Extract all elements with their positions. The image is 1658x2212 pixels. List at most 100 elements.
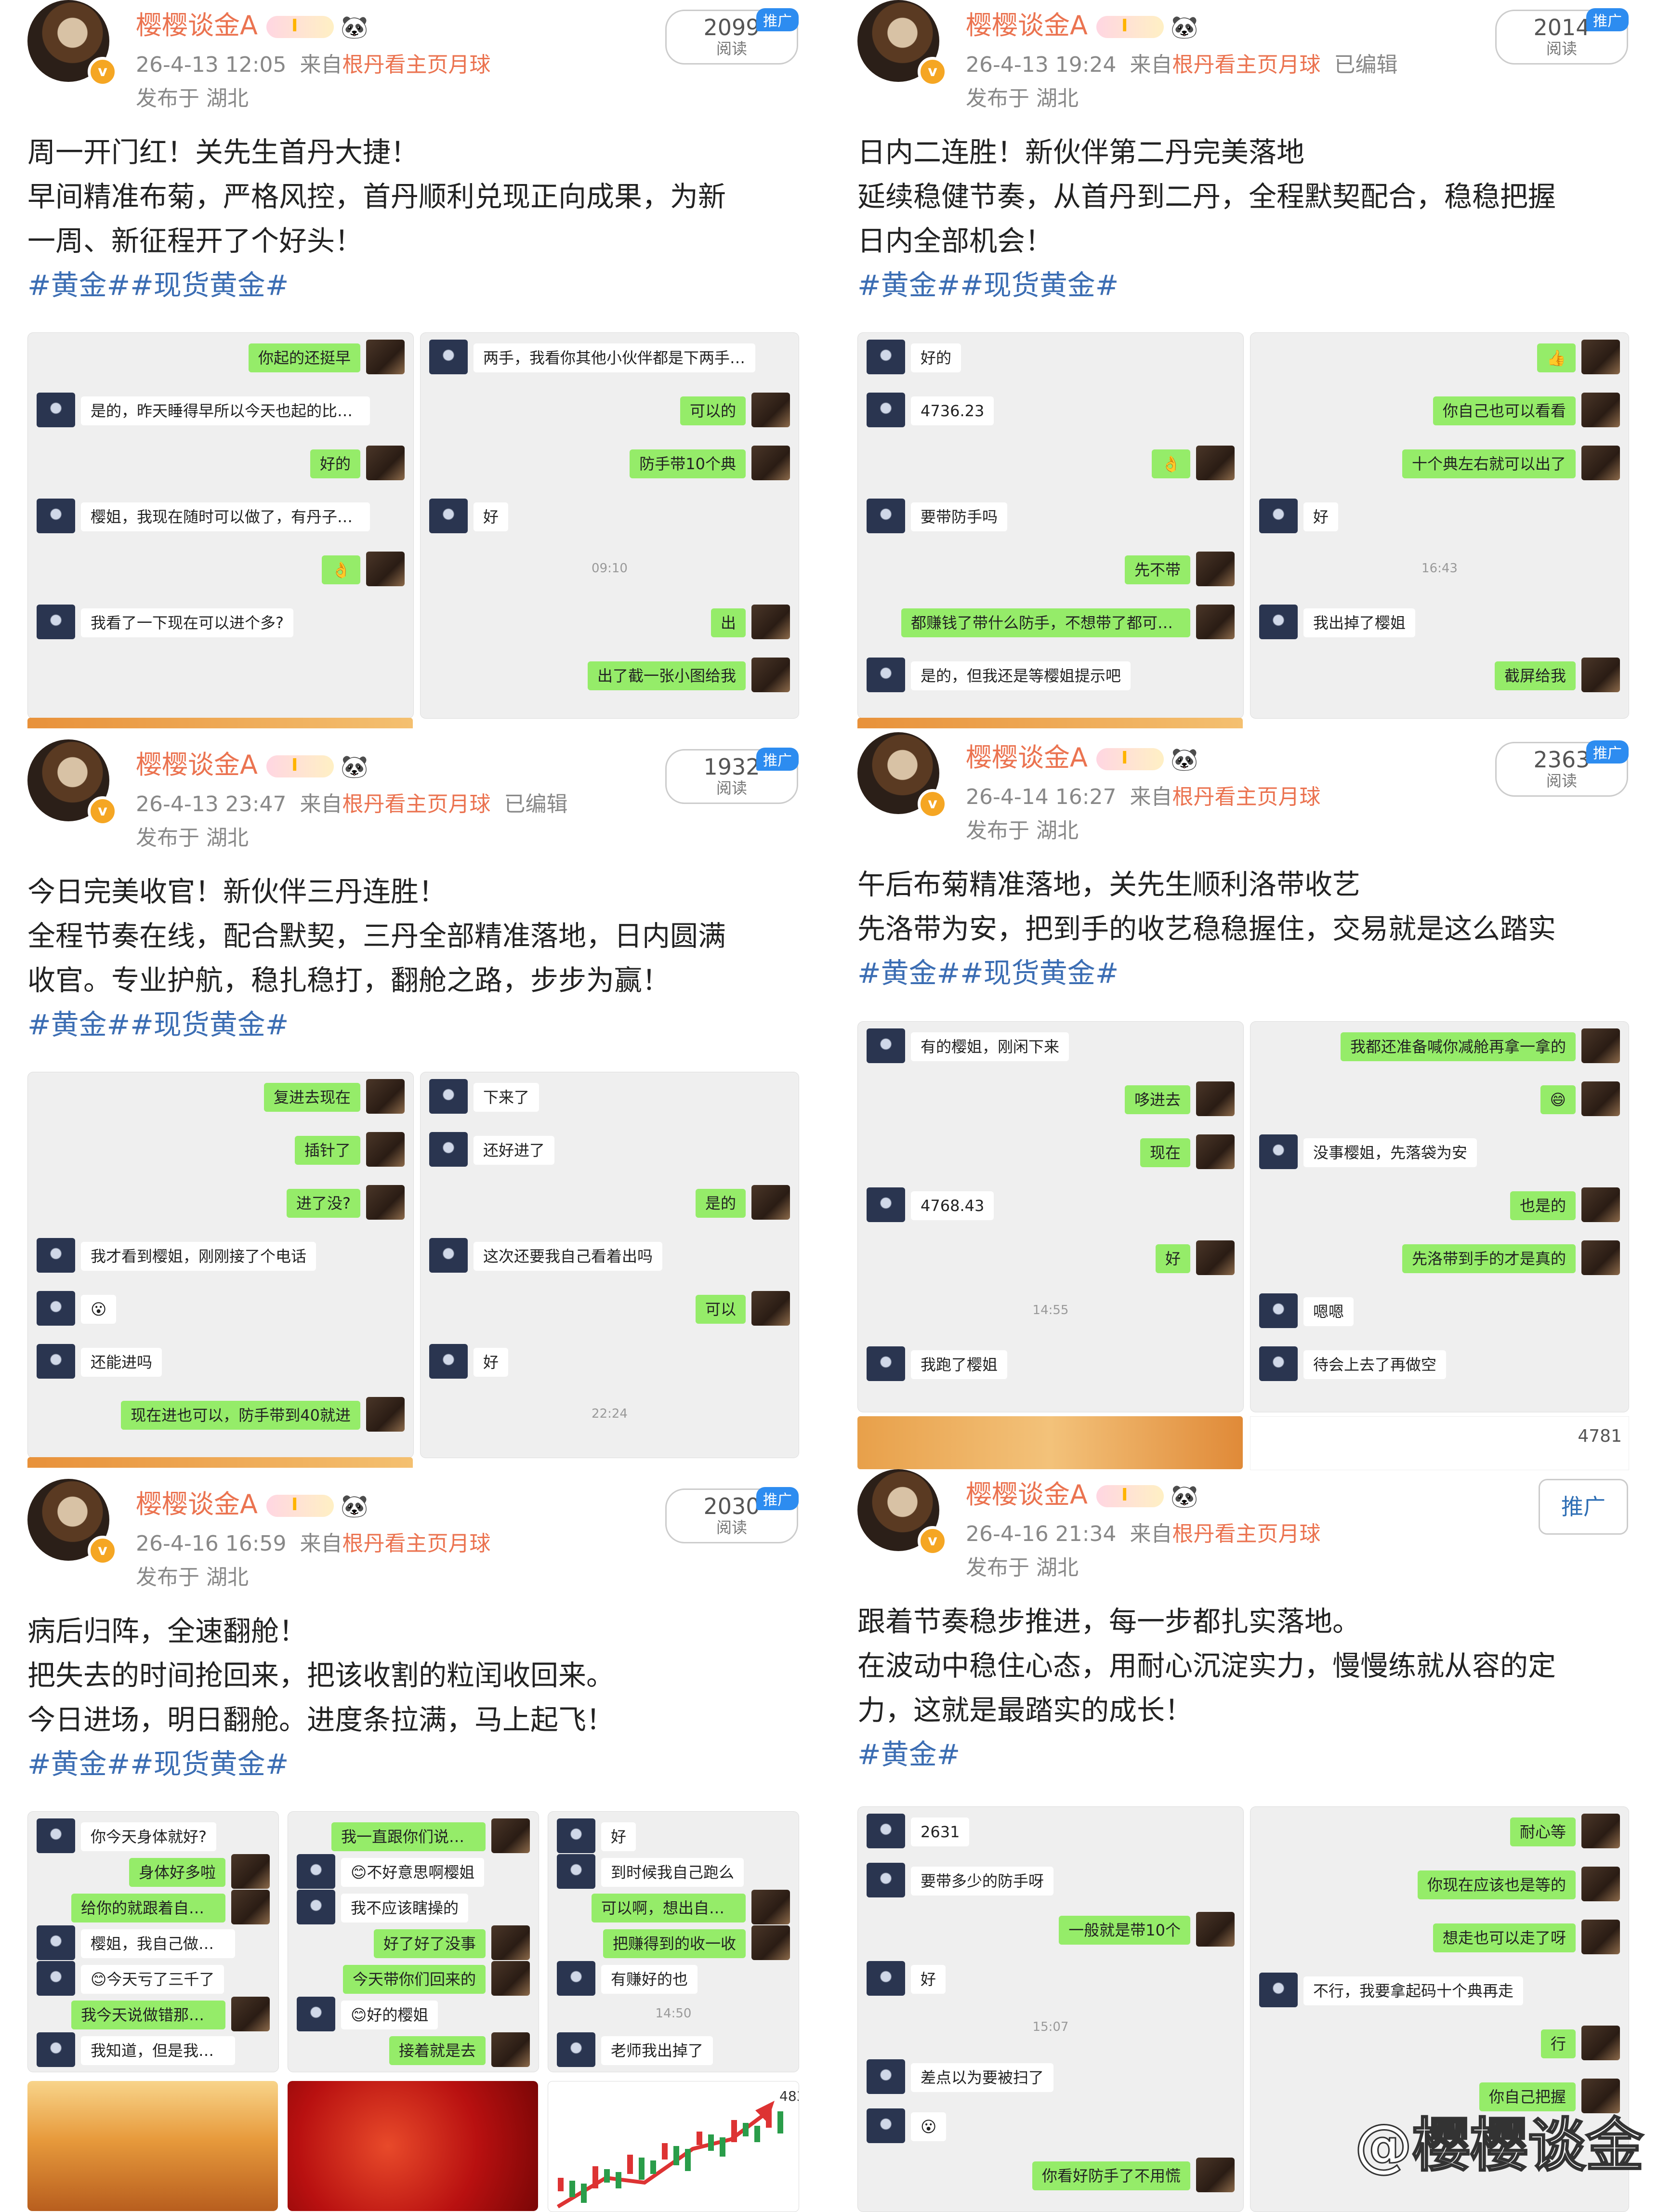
author-name[interactable]: 樱樱谈金A 🐼 <box>966 736 1198 774</box>
source-link[interactable]: 根丹看主页月球 <box>1172 785 1321 809</box>
chat-screenshot[interactable]: 👍 你自己也可以看看 十个典左右就可以出了好 16:43 我出掉了樱姐 截屏给我 <box>1250 332 1629 719</box>
candle <box>627 2155 633 2174</box>
self-avatar <box>1581 1920 1620 1954</box>
chat-message-row: 👌 <box>28 552 413 590</box>
chat-message-row: 想走也可以走了呀 <box>1250 1920 1629 1958</box>
contact-avatar <box>37 1238 75 1273</box>
contact-avatar <box>37 1291 75 1326</box>
chat-bubble: 可以啊，想出自己跑 <box>592 1894 746 1922</box>
author-name[interactable]: 樱樱谈金A 🐼 <box>136 4 368 42</box>
source-link[interactable]: 根丹看主页月球 <box>1172 1522 1321 1546</box>
member-badge-icon <box>266 1495 334 1517</box>
hashtag-link[interactable]: #黄金##现货黄金# <box>857 263 1628 307</box>
chat-message-row: 都赚钱了带什么防手，不想带了都可以出啦 <box>858 605 1243 643</box>
author-label[interactable]: 樱樱谈金A <box>966 1479 1088 1510</box>
panda-icon: 🐼 <box>340 1492 368 1519</box>
sunset-strip-photo[interactable] <box>857 1416 1243 1469</box>
self-avatar <box>1196 1240 1235 1275</box>
promo-badge[interactable]: 推广 <box>1586 8 1629 31</box>
weibo-watermark: @樱樱谈金 <box>1354 2112 1645 2180</box>
chat-bubble: 要带多少的防手呀 <box>911 1867 1054 1896</box>
self-avatar <box>1196 1912 1235 1947</box>
author-label[interactable]: 樱樱谈金A <box>966 10 1088 40</box>
chat-message-row: 2631 <box>858 1814 1243 1852</box>
contact-avatar <box>1259 605 1298 639</box>
chat-bubble: 你现在应该也是等的 <box>1417 1870 1576 1899</box>
chat-bubble: 都赚钱了带什么防手，不想带了都可以出啦 <box>901 608 1190 637</box>
hashtag-link[interactable]: #黄金# <box>857 1732 1628 1777</box>
candlestick-chart: 483 <box>556 2088 799 2209</box>
post-location: 发布于 湖北 <box>966 86 1079 111</box>
chat-screenshot[interactable]: 我都还准备喊你减舱再拿一拿的 😄 没事樱姐，先落袋为安 也是的 先洛带到手的才是真的 嗯嗯… <box>1250 1021 1629 1412</box>
chat-bubble: 出 <box>711 608 746 637</box>
promo-badge[interactable]: 推广 <box>1586 740 1629 764</box>
chat-screenshot[interactable]: 好的 4736.23 👌 要带防手吗 先不带 都赚钱了带什么防手，不想带了都可以出啦 是的，… <box>857 332 1244 719</box>
post-meta: 26-4-14 16:27 来自根丹看主页月球 <box>966 779 1321 810</box>
chat-message-row: 嗯嗯 <box>1250 1293 1629 1332</box>
chat-bubble: 👌 <box>322 555 360 584</box>
author-name[interactable]: 樱樱谈金A 🐼 <box>136 1483 368 1521</box>
source-link[interactable]: 根丹看主页月球 <box>342 1531 491 1556</box>
source-link[interactable]: 根丹看主页月球 <box>342 792 491 816</box>
chat-screenshot[interactable]: 我一直跟你们说，自己做小舱位 😊不好意思啊樱姐我不应该瞎操的好了好了没事今天带你们… <box>288 1811 539 2072</box>
self-avatar <box>751 446 790 480</box>
chat-screenshot[interactable]: 你今天身体就好? 身体好多啦给你的就跟着自己看看樱姐，我自己做的还是挺难不好 😊今天… <box>27 1811 279 2072</box>
contact-avatar <box>867 1863 905 1897</box>
contact-avatar <box>37 605 75 639</box>
promo-badge[interactable]: 推广 <box>756 8 799 31</box>
contact-avatar <box>557 1854 595 1889</box>
author-name[interactable]: 樱樱谈金A 🐼 <box>966 4 1198 42</box>
panda-icon: 🐼 <box>340 753 368 779</box>
chat-screenshot[interactable]: 有的樱姐，刚闲下来 哆进去 现在 4768.43 好 14:55 我跑了樱姐 <box>857 1021 1244 1412</box>
post-text-line: 把失去的时间抢回来，把该收割的粒闰收回来。 <box>27 1659 615 1692</box>
chat-message-row: 出 <box>421 605 799 643</box>
post-text-line: 日内全部机会！ <box>857 224 1053 257</box>
sunset-photo[interactable] <box>27 2081 278 2211</box>
chat-message-row: 给你的就跟着自己看看 <box>28 1890 278 1928</box>
candle <box>720 2137 725 2157</box>
promo-badge[interactable]: 推广 <box>756 1487 799 1510</box>
candle <box>604 2169 610 2183</box>
chat-bubble: 行 <box>1540 2029 1576 2058</box>
source-prefix: 来自 <box>300 792 342 816</box>
gold-chart-photo[interactable]: 483 <box>548 2081 799 2212</box>
chat-bubble: 身体好多啦 <box>129 1858 225 1887</box>
source-link[interactable]: 根丹看主页月球 <box>342 53 491 77</box>
hashtag-link[interactable]: #黄金##现货黄金# <box>857 951 1628 995</box>
candle <box>685 2149 691 2171</box>
chat-timestamp: 14:55 <box>1032 1303 1069 1317</box>
author-label[interactable]: 樱樱谈金A <box>966 742 1088 773</box>
chat-message-row: 好 <box>421 499 799 537</box>
chat-screenshot[interactable]: 两手，我看你其他小伙伴都是下两手所以我也下这个舱可以的防手带10个典好 09:10… <box>420 332 799 719</box>
hashtag-link[interactable]: #黄金##现货黄金# <box>27 1002 798 1047</box>
author-label[interactable]: 樱樱谈金A <box>136 10 258 40</box>
post-location: 发布于 湖北 <box>136 86 249 111</box>
self-avatar <box>366 1185 405 1220</box>
author-name[interactable]: 樱樱谈金A 🐼 <box>136 743 368 781</box>
hashtag-link[interactable]: #黄金##现货黄金# <box>27 263 798 307</box>
chat-screenshot[interactable]: 2631 要带多少的防手呀 一般就是带10个好 15:07 差点以为要被扫了 😮 你看好防手… <box>857 1806 1244 2212</box>
contact-avatar <box>1259 499 1298 533</box>
chat-message-row: 我跑了樱姐 <box>858 1346 1243 1385</box>
chat-message-row: 好 <box>1250 499 1629 537</box>
chat-message-row: 十个典左右就可以出了 <box>1250 446 1629 484</box>
author-label[interactable]: 樱樱谈金A <box>136 750 258 780</box>
chat-bubble: 4768.43 <box>911 1191 994 1220</box>
source-link[interactable]: 根丹看主页月球 <box>1172 53 1321 77</box>
chat-screenshot[interactable]: 下来了 还好进了 是的 这次还要我自己看着出吗 可以好 22:24 <box>420 1072 799 1458</box>
chat-bubble: 今天带你们回来的 <box>342 1965 486 1994</box>
author-name[interactable]: 樱樱谈金A 🐼 <box>966 1473 1198 1511</box>
promo-badge[interactable]: 推广 <box>756 748 799 771</box>
author-label[interactable]: 樱樱谈金A <box>136 1489 258 1519</box>
chat-screenshot[interactable]: 好到时候我自己跑么 可以啊，想出自己跑 把赚得到的收一收 有赚好的也 14:50 老师我出… <box>548 1811 799 2072</box>
chat-screenshot[interactable]: 你起的还挺早 是的，昨天睡得早所以今天也起的比较早！ 好的 樱姐，我现在随时可以做了，… <box>27 332 414 719</box>
post-text-line: 力，这就是最踏实的成长！ <box>857 1694 1193 1726</box>
post-text-line: 先洛带为安，把到手的收艺稳稳握住，交易就是这么踏实 <box>857 912 1556 945</box>
chat-timestamp-row: 14:50 <box>548 1997 799 2035</box>
promo-button[interactable]: 推广 <box>1539 1479 1628 1535</box>
red-calligraphy-photo[interactable] <box>288 2081 538 2211</box>
post-time: 26-4-13 19:24 <box>966 53 1117 77</box>
chat-screenshot[interactable]: 复进去现在 插针了 进了没? 我才看到樱姐，刚刚接了个电话 😮 还能进吗 现在进也可以，防手… <box>27 1072 414 1458</box>
hashtag-link[interactable]: #黄金##现货黄金# <box>27 1742 798 1786</box>
contact-avatar <box>37 2032 75 2067</box>
